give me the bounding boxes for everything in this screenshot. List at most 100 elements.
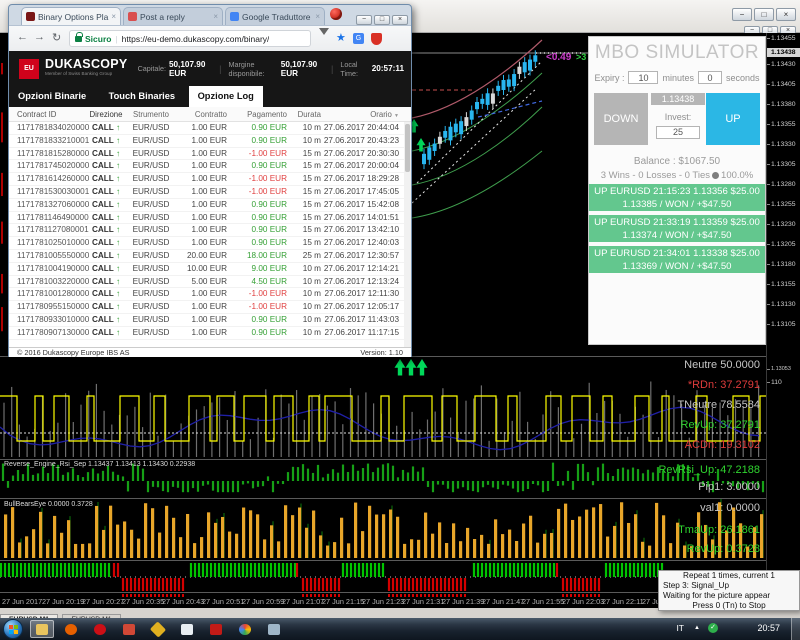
address-bar[interactable]: Sicuro | https://eu-demo.dukascopy.com/b…	[69, 30, 311, 47]
table-row[interactable]: 1171781001280000 CALL ↑ EUR/USD 1.00 EUR -1.…	[9, 288, 411, 302]
popup-line: Press 0 (Tn) to Stop	[692, 601, 766, 610]
col-strumento[interactable]: Strumento	[127, 110, 175, 119]
contracts-table: 1171781834020000 CALL ↑ EUR/USD 1.00 EUR 0.9…	[9, 122, 411, 340]
col-orario[interactable]: Orario ▼	[321, 110, 403, 119]
copyright: © 2016 Dukascopy Europe IBS AS	[17, 348, 130, 357]
taskbar-document-icon[interactable]	[175, 620, 199, 638]
close-icon[interactable]: ×	[108, 12, 116, 21]
up-button[interactable]: UP	[706, 93, 760, 145]
pane-separator[interactable]	[0, 560, 800, 561]
signal-strip-pane	[0, 563, 766, 591]
scale-tick: 110	[767, 379, 782, 386]
adblock-shield-icon[interactable]	[371, 33, 382, 45]
bookmark-star-icon[interactable]: ★	[336, 31, 346, 44]
table-row[interactable]: 1171780907130000 CALL ↑ EUR/USD 1.00 EUR 0.9…	[9, 327, 411, 340]
taskbar-clock[interactable]: 20:57	[757, 623, 780, 633]
indicator-value-label: ACDn: 19.3102	[684, 439, 760, 451]
dukascopy-logo: EU	[19, 58, 39, 79]
table-row[interactable]: 1171781025010000 CALL ↑ EUR/USD 1.00 EUR 0.9…	[9, 237, 411, 250]
table-row[interactable]: 1171781833210001 CALL ↑ EUR/USD 1.00 EUR 0.9…	[9, 135, 411, 148]
indicator-pane-3[interactable]	[0, 499, 766, 560]
table-row[interactable]: 1171781005550000 CALL ↑ EUR/USD 20.00 EUR 18…	[9, 250, 411, 263]
favicon-translate	[230, 12, 239, 21]
expiry-seconds-input[interactable]	[698, 71, 722, 84]
popup-line: Step 3: Signal_Up	[663, 581, 729, 590]
mbo-simulator-panel: MBO SIMULATOR Expiry : minutes seconds D…	[588, 36, 766, 345]
indicator-value-label: RevRsi_Up: 47.2188	[658, 464, 760, 476]
taskbar-firefox-icon[interactable]	[59, 620, 83, 638]
pane-separator[interactable]	[0, 498, 800, 499]
table-row[interactable]: 1171781614260000 CALL ↑ EUR/USD 1.00 EUR -1.…	[9, 173, 411, 186]
capital-value: 50,107.90 EUR	[168, 59, 206, 78]
table-row[interactable]: 1171781815280000 CALL ↑ EUR/USD 1.00 EUR -1.…	[9, 148, 411, 161]
taskbar-window-icon[interactable]	[262, 620, 286, 638]
taskbar-file-explorer-icon[interactable]	[30, 620, 54, 638]
tab-opzioni-binarie[interactable]: Opzioni Binarie	[9, 86, 95, 107]
seconds-label: seconds	[726, 72, 760, 83]
table-row[interactable]: 1171781327060000 CALL ↑ EUR/USD 1.00 EUR 0.9…	[9, 199, 411, 212]
price-tick: 1.13155	[767, 281, 796, 288]
taskbar-mail-icon[interactable]	[117, 620, 141, 638]
col-durata[interactable]: Durata	[287, 110, 321, 119]
table-row[interactable]: 1171781530030001 CALL ↑ EUR/USD 1.00 EUR -1.…	[9, 186, 411, 199]
col-direzione[interactable]: Direzione	[85, 110, 127, 119]
browser-tab-binary-options[interactable]: Binary Options Pla ×	[21, 7, 121, 25]
close-icon[interactable]: ×	[210, 12, 218, 21]
table-row[interactable]: 1171780955150000 CALL ↑ EUR/USD 1.00 EUR -1.…	[9, 301, 411, 314]
table-row[interactable]: 1171781004190000 CALL ↑ EUR/USD 10.00 EUR 9.…	[9, 263, 411, 276]
expiry-minutes-input[interactable]	[628, 71, 659, 84]
col-contract-id[interactable]: Contract ID	[9, 110, 85, 119]
maximize-icon[interactable]: □	[374, 15, 390, 25]
browser-tab-google-translate[interactable]: Google Traduttore ×	[225, 7, 325, 25]
back-icon[interactable]: ←	[17, 31, 28, 43]
language-indicator[interactable]: IT	[676, 623, 684, 633]
table-row[interactable]: 1171781003220000 CALL ↑ EUR/USD 5.00 EUR 4.5…	[9, 276, 411, 289]
invest-label: Invest:	[664, 112, 692, 122]
tab-touch-binaries[interactable]: Touch Binaries	[100, 86, 184, 107]
price-tick: 1.13205	[767, 241, 796, 248]
refresh-icon[interactable]: ↻	[52, 31, 61, 44]
table-row[interactable]: 1171780933010000 CALL ↑ EUR/USD 1.00 EUR 0.9…	[9, 314, 411, 327]
down-button[interactable]: DOWN	[594, 93, 648, 145]
invest-input[interactable]	[656, 125, 700, 139]
taskbar-opera-icon[interactable]	[88, 620, 112, 638]
show-desktop-button[interactable]	[791, 618, 800, 640]
close-icon[interactable]: ×	[312, 12, 320, 21]
call-up-arrow-icon: ↑	[115, 123, 121, 132]
browser-window: Binary Options Pla × Post a reply × Goog…	[8, 4, 412, 357]
indicator-pane-1[interactable]	[0, 357, 766, 459]
table-row[interactable]: 1171781127080001 CALL ↑ EUR/USD 1.00 EUR 0.9…	[9, 224, 411, 238]
call-up-arrow-icon: ↑	[115, 289, 121, 299]
debug-bug-icon[interactable]	[330, 8, 342, 20]
translate-icon[interactable]: G	[353, 33, 364, 44]
timeline-label: 27 Jun 21:07	[282, 597, 325, 606]
taskbar-shield-icon[interactable]	[204, 620, 228, 638]
browser-tab-post-a-reply[interactable]: Post a reply ×	[123, 7, 223, 25]
taskbar-chrome-icon[interactable]	[233, 620, 257, 638]
table-scrollbar[interactable]	[404, 122, 411, 356]
hidden-icons-arrow[interactable]: ▲	[694, 625, 700, 631]
table-row[interactable]: 1171781745020000 CALL ↑ EUR/USD 1.00 EUR 0.9…	[9, 160, 411, 174]
pane-separator[interactable]	[0, 459, 800, 460]
sort-icon[interactable]: ▼	[394, 113, 399, 119]
expiry-label: Expiry :	[594, 72, 625, 83]
timeline-label: 27 Jun 21:47	[482, 597, 525, 606]
margin-label: Margine disponibile:	[228, 59, 265, 78]
table-row[interactable]: 1171781146490000 CALL ↑ EUR/USD 1.00 EUR 0.9…	[9, 212, 411, 225]
price-tick: 1.13330	[767, 141, 796, 148]
ea-status-popup: Repeat 1 times, current 1 Step 3: Signal…	[658, 570, 800, 611]
tab-opzione-log[interactable]: Opzione Log	[188, 86, 263, 107]
taskbar-notes-icon[interactable]	[146, 620, 170, 638]
favicon-forum	[128, 12, 137, 21]
col-contratto[interactable]: Contratto	[175, 110, 227, 119]
table-row[interactable]: 1171781834020000 CALL ↑ EUR/USD 1.00 EUR 0.9…	[9, 122, 411, 135]
timeline-label: 27 Jun 20:43	[162, 597, 205, 606]
forward-icon[interactable]: →	[34, 31, 45, 43]
windows-start-button[interactable]	[3, 619, 23, 639]
timeline-label: 27 Jun 20:35	[122, 597, 165, 606]
antivirus-tray-icon[interactable]: ✓	[708, 623, 718, 633]
local-time-value: 20:57:11	[371, 64, 405, 73]
minimize-icon[interactable]: −	[356, 15, 372, 25]
close-icon[interactable]: ×	[392, 15, 408, 25]
col-pagamento[interactable]: Pagamento	[227, 110, 287, 119]
